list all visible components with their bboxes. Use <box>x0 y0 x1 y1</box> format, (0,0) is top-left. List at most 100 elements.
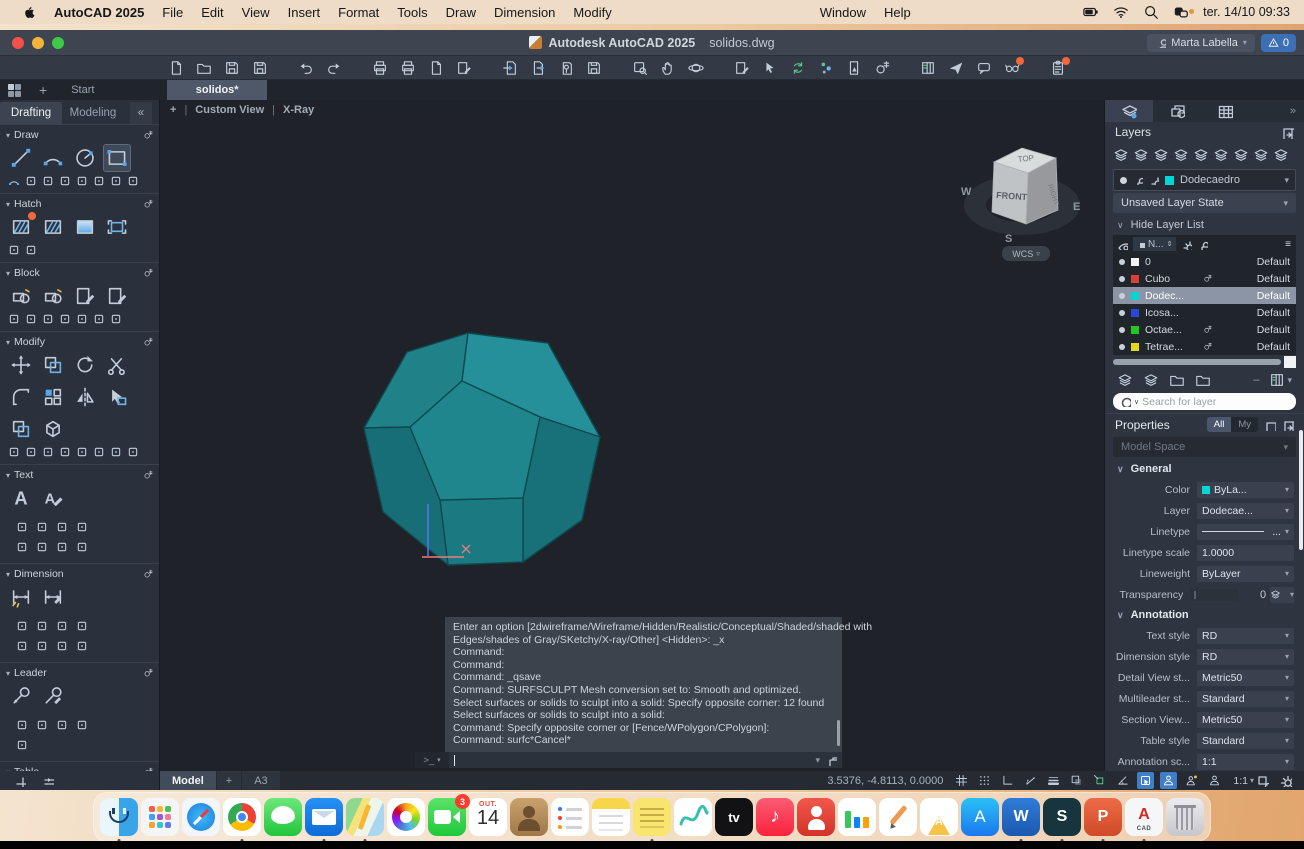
fillet-tool[interactable] <box>8 384 34 410</box>
layer-on-dot[interactable] <box>1119 275 1125 282</box>
section-gear-icon[interactable] <box>143 569 153 579</box>
panel-overflow-button[interactable]: » <box>1282 100 1304 122</box>
palette-list-icon[interactable] <box>42 775 54 787</box>
command-prompt-symbol[interactable]: >_ ▾ <box>415 752 449 768</box>
revcloud-tool[interactable] <box>127 175 139 187</box>
layer-states-icon[interactable] <box>1117 372 1133 388</box>
layer-color-swatch[interactable] <box>1131 257 1139 266</box>
page-edit-icon[interactable] <box>456 60 472 76</box>
viewport-menu-button[interactable]: + <box>170 104 176 116</box>
rotate-tool[interactable] <box>72 352 98 378</box>
columns-options-icon[interactable]: ▾ <box>1269 372 1292 388</box>
layer-freeze-icon[interactable] <box>1213 147 1229 163</box>
menu-item-help[interactable]: Help <box>875 5 920 20</box>
dock-word-icon[interactable]: W <box>1002 798 1040 842</box>
property-value-box[interactable]: ByLa... ▾ <box>1197 481 1294 498</box>
tab-modeling[interactable]: Modeling <box>62 102 124 124</box>
layer-on-dot[interactable] <box>1119 326 1125 333</box>
layer-on-dot[interactable] <box>1119 292 1125 299</box>
tab-blocks[interactable] <box>1153 100 1201 122</box>
leader-merge-tool[interactable] <box>14 737 30 753</box>
user-switch-icon[interactable] <box>1173 4 1195 20</box>
section-gear-icon[interactable] <box>143 268 153 278</box>
visibility-glasses-icon[interactable] <box>1004 56 1024 76</box>
clock[interactable]: ter. 14/10 09:33 <box>1203 5 1290 19</box>
redo-icon[interactable] <box>326 60 342 76</box>
dock-facetime-icon[interactable]: 3 <box>428 794 470 836</box>
filter-all[interactable]: All <box>1206 417 1232 432</box>
menu-item-modify[interactable]: Modify <box>564 5 620 20</box>
dock-triangle-a-icon[interactable]: A <box>920 798 958 836</box>
stretch-tool[interactable] <box>8 446 20 458</box>
compass-west[interactable]: W <box>961 186 972 198</box>
block-check-tool[interactable] <box>76 313 88 325</box>
layer-color-swatch[interactable] <box>1165 175 1174 185</box>
create-block-tool[interactable] <box>40 283 66 309</box>
dodecahedron-solid[interactable] <box>363 332 601 566</box>
text-frame-tool[interactable] <box>14 539 30 555</box>
leader-collect-tool[interactable] <box>54 717 70 733</box>
dock-podcasts-icon[interactable] <box>797 798 835 836</box>
transparency-icon[interactable] <box>1068 772 1085 789</box>
save-page-icon[interactable] <box>586 60 602 76</box>
notification-badge[interactable]: 0 <box>1260 33 1296 52</box>
apple-menu-icon[interactable] <box>14 5 45 20</box>
menu-item-autocad-2025[interactable]: AutoCAD 2025 <box>45 5 153 20</box>
layer-list-vscrollbar[interactable] <box>1284 356 1296 368</box>
gradient-tool[interactable] <box>72 214 98 240</box>
search-icon[interactable] <box>1143 4 1159 20</box>
section-gear-icon[interactable] <box>143 337 153 347</box>
property-value[interactable]: 0 <box>1242 589 1266 601</box>
layer-search-input[interactable] <box>1142 395 1283 408</box>
compass-east[interactable]: E <box>1073 201 1080 213</box>
pdf-out-tool[interactable] <box>74 539 90 555</box>
scale-tool[interactable] <box>25 446 37 458</box>
menu-item-draw[interactable]: Draw <box>437 5 485 20</box>
dock-autocad-icon[interactable]: A CAD <box>1125 798 1163 842</box>
dock-launchpad-icon[interactable] <box>141 798 179 836</box>
dock-s-app-icon[interactable]: S <box>1043 798 1081 842</box>
close-button[interactable] <box>12 36 24 49</box>
layer-unlock-icon[interactable] <box>1273 147 1289 163</box>
layer-new-icon[interactable] <box>1143 372 1159 388</box>
boundary-tool[interactable] <box>104 214 130 240</box>
hatch-tool[interactable] <box>40 214 66 240</box>
dock-messages-icon[interactable] <box>264 798 302 836</box>
tag-tool[interactable] <box>8 313 20 325</box>
dock-finder-icon[interactable] <box>100 798 138 842</box>
undo-icon[interactable] <box>298 60 314 76</box>
pan-hand-icon[interactable] <box>660 60 676 76</box>
layer-walk-icon[interactable] <box>1113 147 1129 163</box>
layer-color-swatch[interactable] <box>1131 274 1139 283</box>
dock-powerpoint-icon[interactable]: P <box>1084 798 1122 842</box>
open-folder-icon[interactable] <box>196 60 212 76</box>
menu-item-tools[interactable]: Tools <box>388 5 436 20</box>
property-value-box[interactable]: Metric50 ▾ <box>1197 669 1294 686</box>
name-column-header[interactable]: N... ⇕ <box>1133 237 1177 251</box>
tab-solidos[interactable]: solidos* <box>167 80 268 100</box>
spell-check-tool[interactable] <box>34 519 50 535</box>
transparency-dropdown[interactable]: ▾ <box>1270 586 1294 603</box>
clipboard-paste-icon[interactable] <box>1050 56 1070 76</box>
page-gear-icon[interactable] <box>428 60 444 76</box>
menu-item-dimension[interactable]: Dimension <box>485 5 564 20</box>
export-page-icon[interactable] <box>530 60 546 76</box>
lock-column-icon[interactable] <box>1197 239 1209 250</box>
menu-item-format[interactable]: Format <box>329 5 388 20</box>
move-tool[interactable] <box>8 352 34 378</box>
array-tool[interactable] <box>40 384 66 410</box>
tab-overview-icon[interactable] <box>0 80 29 100</box>
property-value-box[interactable]: Standard ▾ <box>1197 732 1294 749</box>
property-value-box[interactable]: ByLayer ▾ <box>1197 565 1294 582</box>
layer-gear-icon[interactable] <box>1203 325 1215 334</box>
dock-freeform-icon[interactable] <box>674 798 712 836</box>
leader-brush-tool[interactable] <box>40 683 66 709</box>
regen-icon[interactable] <box>790 60 806 76</box>
tab-drafting[interactable]: Drafting <box>0 102 62 124</box>
property-value-box[interactable]: Dodecae... ▾ <box>1197 502 1294 519</box>
text-brush-tool[interactable]: A <box>40 485 66 511</box>
section-gear-icon[interactable] <box>143 199 153 209</box>
filter-my[interactable]: My <box>1231 417 1258 432</box>
user-account-button[interactable]: Marta Labella ▾ <box>1147 33 1255 52</box>
tab-model[interactable]: Model <box>160 771 216 790</box>
